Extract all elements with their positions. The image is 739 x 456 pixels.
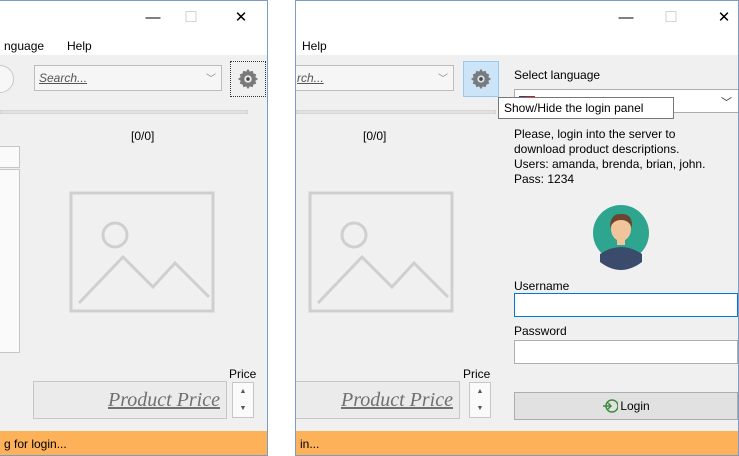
chevron-down-icon[interactable]: ﹀ — [438, 70, 448, 85]
search-input[interactable]: Search... — [39, 71, 87, 85]
description-box-edge — [0, 169, 20, 353]
image-placeholder-icon — [308, 191, 454, 313]
tooltip: Show/Hide the login panel — [498, 97, 674, 119]
price-field[interactable]: Product Price — [296, 381, 460, 419]
price-spinner[interactable]: ▲ ▼ — [232, 382, 254, 418]
price-spinner[interactable]: ▲ ▼ — [469, 382, 491, 418]
close-button[interactable]: ✕ — [218, 1, 264, 33]
login-icon — [603, 399, 619, 413]
menu-help[interactable]: Help — [67, 39, 92, 53]
splitter[interactable] — [296, 110, 496, 114]
main-window-right: — ☐ ✕ Help rch... ﹀ [0/0] Price Product … — [295, 0, 739, 456]
price-label: Price — [463, 367, 491, 381]
instruction-line: Users: amanda, brenda, brian, john. — [514, 157, 706, 171]
splitter[interactable] — [0, 110, 248, 114]
price-field[interactable]: Product Price — [33, 381, 227, 419]
avatar-icon — [593, 205, 649, 270]
toggle-login-panel-button[interactable] — [230, 61, 266, 97]
login-instructions: Please, login into the server to downloa… — [514, 127, 705, 187]
toggle-login-panel-button[interactable] — [463, 61, 499, 97]
spin-down-button[interactable]: ▼ — [470, 400, 490, 417]
record-counter: [0/0] — [131, 129, 155, 143]
instruction-line: download product descriptions. — [514, 142, 680, 156]
username-label: Username — [514, 279, 570, 293]
gear-icon — [470, 68, 492, 90]
title-bar: — ☐ ✕ — [0, 1, 267, 33]
spin-up-button[interactable]: ▲ — [470, 383, 490, 400]
status-bar: g for login... — [0, 431, 267, 455]
spin-up-button[interactable]: ▲ — [233, 383, 253, 400]
status-bar: in... — [296, 431, 738, 455]
status-text: g for login... — [4, 437, 67, 451]
price-value: Product Price — [107, 389, 220, 411]
back-button[interactable] — [0, 65, 14, 93]
price-label: Price — [229, 367, 257, 381]
title-bar: — ☐ ✕ — [296, 1, 738, 33]
spin-down-button[interactable]: ▼ — [233, 400, 253, 417]
gear-icon — [237, 68, 259, 90]
list-box-edge — [0, 146, 20, 168]
close-button[interactable]: ✕ — [701, 1, 738, 33]
chevron-down-icon[interactable]: ﹀ — [206, 70, 216, 85]
menu-language[interactable]: nguage — [4, 39, 44, 53]
login-button-label: Login — [620, 399, 650, 413]
search-combobox[interactable]: rch... ﹀ — [296, 65, 454, 91]
price-value: Product Price — [340, 389, 453, 411]
instruction-line: Please, login into the server to — [514, 127, 676, 141]
username-input[interactable] — [514, 293, 738, 317]
search-combobox[interactable]: Search... ﹀ — [34, 65, 222, 91]
maximize-button[interactable]: ☐ — [168, 1, 214, 33]
password-input[interactable] — [514, 340, 738, 364]
search-input[interactable]: rch... — [297, 71, 324, 85]
instruction-line: Pass: 1234 — [514, 172, 575, 186]
chevron-down-icon[interactable]: ﹀ — [721, 94, 732, 110]
password-label: Password — [514, 324, 567, 338]
minimize-button[interactable]: — — [603, 1, 649, 33]
select-language-label: Select language — [514, 68, 601, 82]
menu-help[interactable]: Help — [302, 39, 327, 53]
menu-bar: Help — [296, 33, 738, 55]
maximize-button[interactable]: ☐ — [648, 1, 694, 33]
status-text: in... — [300, 437, 320, 451]
menu-bar: nguage Help — [0, 33, 267, 55]
login-button[interactable]: Login — [514, 392, 738, 420]
record-counter: [0/0] — [363, 129, 387, 143]
main-window-left: — ☐ ✕ nguage Help Search... ﹀ [0/0] Pric… — [0, 0, 268, 456]
image-placeholder-icon — [69, 191, 215, 313]
